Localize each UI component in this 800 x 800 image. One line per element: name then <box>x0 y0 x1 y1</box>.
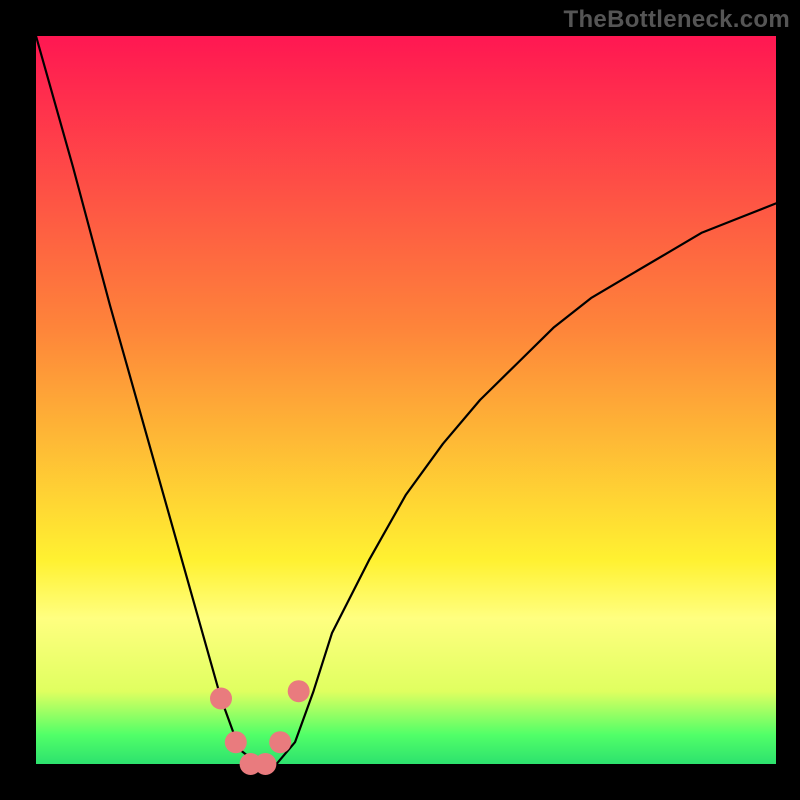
chart-container: TheBottleneck.com <box>0 0 800 800</box>
watermark-text: TheBottleneck.com <box>564 6 790 34</box>
bottleneck-curve-chart <box>0 0 800 800</box>
